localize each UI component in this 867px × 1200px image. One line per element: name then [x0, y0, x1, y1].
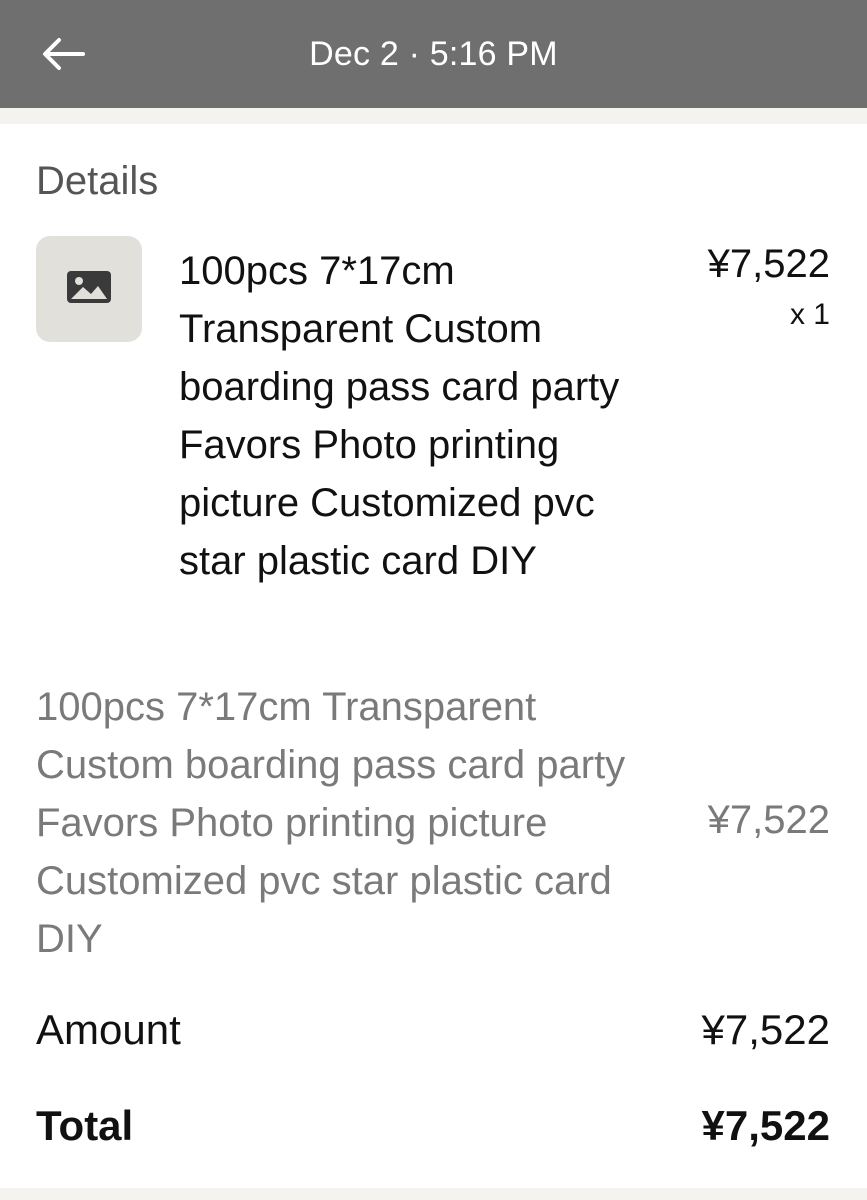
image-placeholder-icon [67, 270, 111, 308]
amount-value: ¥7,522 [701, 1006, 830, 1053]
item-thumbnail [36, 236, 142, 342]
item-quantity: x 1 [789, 298, 830, 331]
back-button[interactable] [40, 36, 86, 76]
details-card: Details 100pcs 7*17cm Transparent Custom… [0, 124, 867, 1188]
item-name: 100pcs 7*17cm Transparent Custom boardin… [179, 249, 620, 583]
total-value: ¥7,522 [701, 1102, 830, 1149]
total-label: Total [36, 1102, 134, 1149]
amount-label: Amount [36, 1006, 181, 1053]
page-title: Dec 2 · 5:16 PM [309, 34, 558, 73]
arrow-left-icon [41, 37, 85, 76]
header-bar: Dec 2 · 5:16 PM [0, 0, 867, 108]
line-item-price: ¥7,522 [707, 798, 830, 842]
item-price: ¥7,522 [707, 242, 830, 286]
line-item-description: 100pcs 7*17cm Transparent Custom boardin… [36, 685, 626, 961]
section-title: Details [36, 159, 159, 203]
